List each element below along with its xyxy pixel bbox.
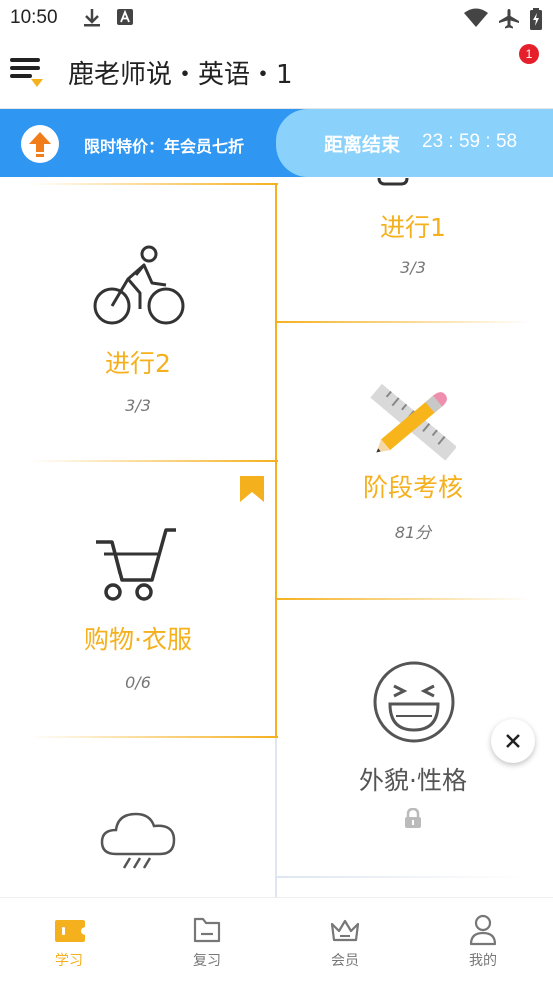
status-bar: 10:50 xyxy=(0,0,553,38)
tab-label: 学习 xyxy=(55,953,83,969)
download-icon xyxy=(84,9,100,27)
path-line xyxy=(275,598,530,600)
lesson-progress: 0/6 xyxy=(125,673,151,692)
path-line-locked xyxy=(275,738,277,898)
upgrade-arrow-icon xyxy=(29,132,51,157)
lesson-score: 81分 xyxy=(394,523,432,542)
tab-label: 复习 xyxy=(193,953,221,969)
promo-label: 限时特价：年会员七折 xyxy=(84,137,245,156)
lesson-title: 外貌·性格 xyxy=(359,766,467,795)
countdown-label: 距离结束 xyxy=(324,134,401,156)
close-icon xyxy=(506,734,520,748)
page-title: 鹿老师说・英语・1 xyxy=(68,60,293,90)
user-icon xyxy=(469,914,497,946)
path-line xyxy=(30,460,278,462)
battery-charging-icon xyxy=(530,8,542,30)
lesson-title: 购物·衣服 xyxy=(84,625,192,654)
bookmark-icon[interactable] xyxy=(239,476,265,502)
laughing-face-icon xyxy=(373,661,455,743)
tab-label: 会员 xyxy=(331,953,359,969)
countdown-timer: 23 : 59 : 58 xyxy=(422,131,518,152)
menu-button[interactable] xyxy=(10,58,44,90)
tab-review[interactable]: 复习 xyxy=(138,898,276,985)
tab-label: 我的 xyxy=(469,953,497,969)
lesson-title: 进行2 xyxy=(105,349,171,378)
bicycle-icon xyxy=(93,245,185,325)
notification-badge[interactable]: 1 xyxy=(519,44,539,64)
lesson-progress: 3/3 xyxy=(125,396,151,415)
app-header: 鹿老师说・英语・1 1 xyxy=(0,38,553,109)
tab-profile[interactable]: 我的 xyxy=(414,898,552,985)
lesson-map: 进行1 3/3 进行2 3/3 阶段考核 81分 购物·衣服 0/6 外貌·性格 xyxy=(0,178,553,898)
keyboard-a-icon xyxy=(117,9,133,25)
airplane-icon xyxy=(499,9,519,29)
path-line xyxy=(30,736,278,738)
rain-cloud-icon xyxy=(100,812,176,869)
folder-icon xyxy=(193,917,221,943)
shopping-cart-icon xyxy=(96,528,176,601)
bottom-tab-bar: 学习 复习 会员 我的 xyxy=(0,897,553,985)
ticket-icon xyxy=(55,920,85,942)
close-button[interactable] xyxy=(491,719,535,763)
tab-study[interactable]: 学习 xyxy=(0,898,138,985)
lesson-title: 进行1 xyxy=(380,213,446,242)
lesson-progress: 3/3 xyxy=(400,258,426,277)
status-time: 10:50 xyxy=(10,7,58,28)
promo-banner[interactable]: 限时特价：年会员七折 距离结束 23 : 59 : 58 xyxy=(0,109,553,177)
path-line-locked xyxy=(275,876,530,878)
lock-icon xyxy=(405,808,421,828)
path-line xyxy=(30,183,278,185)
tab-member[interactable]: 会员 xyxy=(276,898,414,985)
path-line xyxy=(275,321,530,323)
dropdown-triangle-icon xyxy=(31,79,43,87)
crown-icon xyxy=(330,919,360,942)
lesson-title: 阶段考核 xyxy=(362,473,463,502)
wifi-icon xyxy=(464,8,488,27)
upgrade-badge xyxy=(21,125,59,163)
pencil-ruler-icon xyxy=(370,383,456,461)
clipboard-icon xyxy=(377,178,409,186)
